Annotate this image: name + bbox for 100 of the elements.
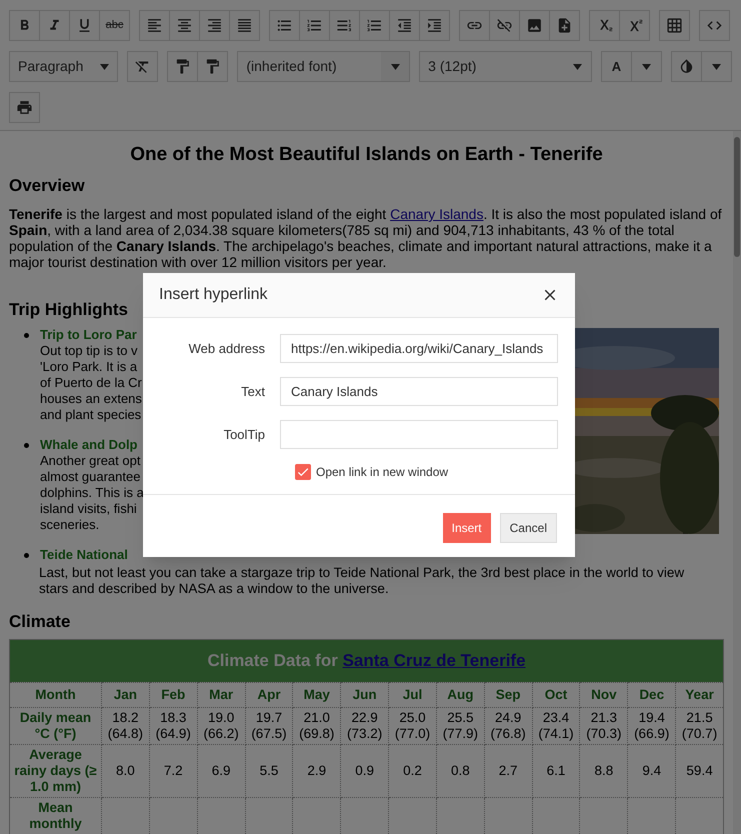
link-button[interactable] [459,10,490,41]
table-cell: 6.1 [532,744,580,798]
column-header: Nov [580,682,628,708]
bold-button[interactable] [9,10,40,41]
body-text: Another great opt [40,453,142,469]
column-header: Jun [340,682,389,708]
table-caption: Climate Data for Santa Cruz de Tenerife [10,640,724,682]
numbered-list-icon [336,17,353,34]
unlink-button[interactable] [489,10,520,41]
body-text: Last, but not least you can take a stargaze trip to Teide National Park, the 3rd best place in the world to view [39,565,686,581]
bullet-icon [24,443,29,448]
bullet-icon [24,333,29,338]
cancel-button[interactable]: Cancel [500,513,557,543]
align-left-button[interactable] [139,10,170,41]
format-painter-button[interactable] [167,51,198,82]
align-center-button[interactable] [169,10,200,41]
align-right-icon [206,17,223,34]
indent-icon [426,17,443,34]
bullet-list-button[interactable] [269,10,300,41]
bullet-icon [24,553,29,558]
align-right-button[interactable] [199,10,230,41]
image-button[interactable] [519,10,550,41]
superscript-button[interactable] [619,10,650,41]
paste-format-button[interactable] [197,51,228,82]
table-cell: 23.4 (74.1) [532,707,580,744]
table-cell: 0.8 [436,744,484,798]
outdent-button[interactable] [389,10,420,41]
clear-format-button[interactable] [127,51,158,82]
numbered-list-icon [306,17,323,34]
body-text: dolphins. This is a [40,485,144,501]
print-button[interactable] [9,92,40,123]
caret-icon [642,64,651,70]
column-header: Sep [484,682,532,708]
strikethrough-button[interactable]: abc [99,10,130,41]
body-text: houses an extens [40,391,142,407]
table-cell: 19.7 (67.5) [245,707,293,744]
align-left-icon [146,17,163,34]
field-label: ToolTip [222,426,266,444]
column-header: Feb [149,682,198,708]
column-header: Mar [197,682,246,708]
align-center-icon [176,17,193,34]
body-text: of Puerto de la Cr [40,375,142,391]
image-icon [526,17,543,34]
insert-button[interactable]: Insert [442,513,491,543]
column-header: Oct [532,682,580,708]
table-button[interactable] [659,10,690,41]
table-cell: 2.7 [484,744,532,798]
subscript-button[interactable] [589,10,620,41]
row-header: Daily mean °C (°F) [10,707,102,744]
numbered-list-button[interactable] [299,10,330,41]
caret-icon [390,64,400,70]
table-cell: 8.8 [580,744,628,798]
paragraph: Tenerife is the largest and most populated island of the eight Canary Islands. It is also the most populated island of Spain, with a land area of 2,034.38 square kilometers(785 sq mi) and 904,713 inhabitants, 43 % of the total population of the Canary Islands. The archipelago's beaches, climate and important natural attractions, make it a major tourist destination with over 12 million visitors per year. [9,206,723,270]
input-field[interactable]: https://en.wikipedia.org/wiki/Canary_Islands [280,334,558,363]
italic-button[interactable] [39,10,70,41]
bullet-list-icon [276,17,293,34]
table-cell: 18.3 (64.9) [149,707,198,744]
paint-roller-icon [174,58,192,75]
roman-list-button[interactable] [329,10,360,41]
table-cell: 6.9 [197,744,246,798]
outdent-icon [396,17,413,34]
caret-icon [712,64,721,70]
font-dropdown[interactable]: (inherited font) [237,51,410,82]
indent-button[interactable] [419,10,450,41]
justify-button[interactable] [229,10,260,41]
file-plus-icon [556,17,573,34]
table-cell: 25.0 (77.0) [388,707,436,744]
table-cell: 9.4 [628,744,676,798]
block-format-dropdown[interactable]: Paragraph [9,51,118,82]
section-heading: Climate [9,611,72,633]
checkbox[interactable] [295,464,311,480]
table-cell: 2.9 [292,744,341,798]
underline-button[interactable] [69,10,100,41]
input-field[interactable] [280,420,558,449]
table-cell: 18.2 (64.8) [102,707,150,744]
table-cell: 24.9 (76.8) [484,707,532,744]
body-text: and plant species [40,407,142,423]
input-field[interactable]: Canary Islands [280,377,558,406]
numbered-list-icon [366,17,383,34]
body-text: 'Loro Park. It is a [40,359,138,375]
table-cell: 5.5 [245,744,293,798]
table-cell: 21.0 (69.8) [292,707,341,744]
justify-icon [236,17,253,34]
field-label: Text [240,382,266,401]
table-cell: 8.0 [102,744,150,798]
column-header: Aug [436,682,484,708]
font-size-dropdown[interactable]: 3 (12pt) [419,51,592,82]
file-button[interactable] [549,10,580,41]
column-header: Apr [245,682,293,708]
letter-list-button[interactable] [359,10,390,41]
table-cell: 7.2 [149,744,198,798]
text-color-button[interactable]: A [601,51,632,82]
column-header: Jul [388,682,436,708]
source-code-button[interactable] [699,10,730,41]
table-icon [666,17,683,34]
dialog-title: Insert hyperlink [159,285,268,305]
column-header: Jan [102,682,150,708]
link[interactable]: Canary Islands [390,206,484,222]
text-color-menu-button[interactable] [631,51,662,82]
table-cell: 21.3 (70.3) [580,707,628,744]
